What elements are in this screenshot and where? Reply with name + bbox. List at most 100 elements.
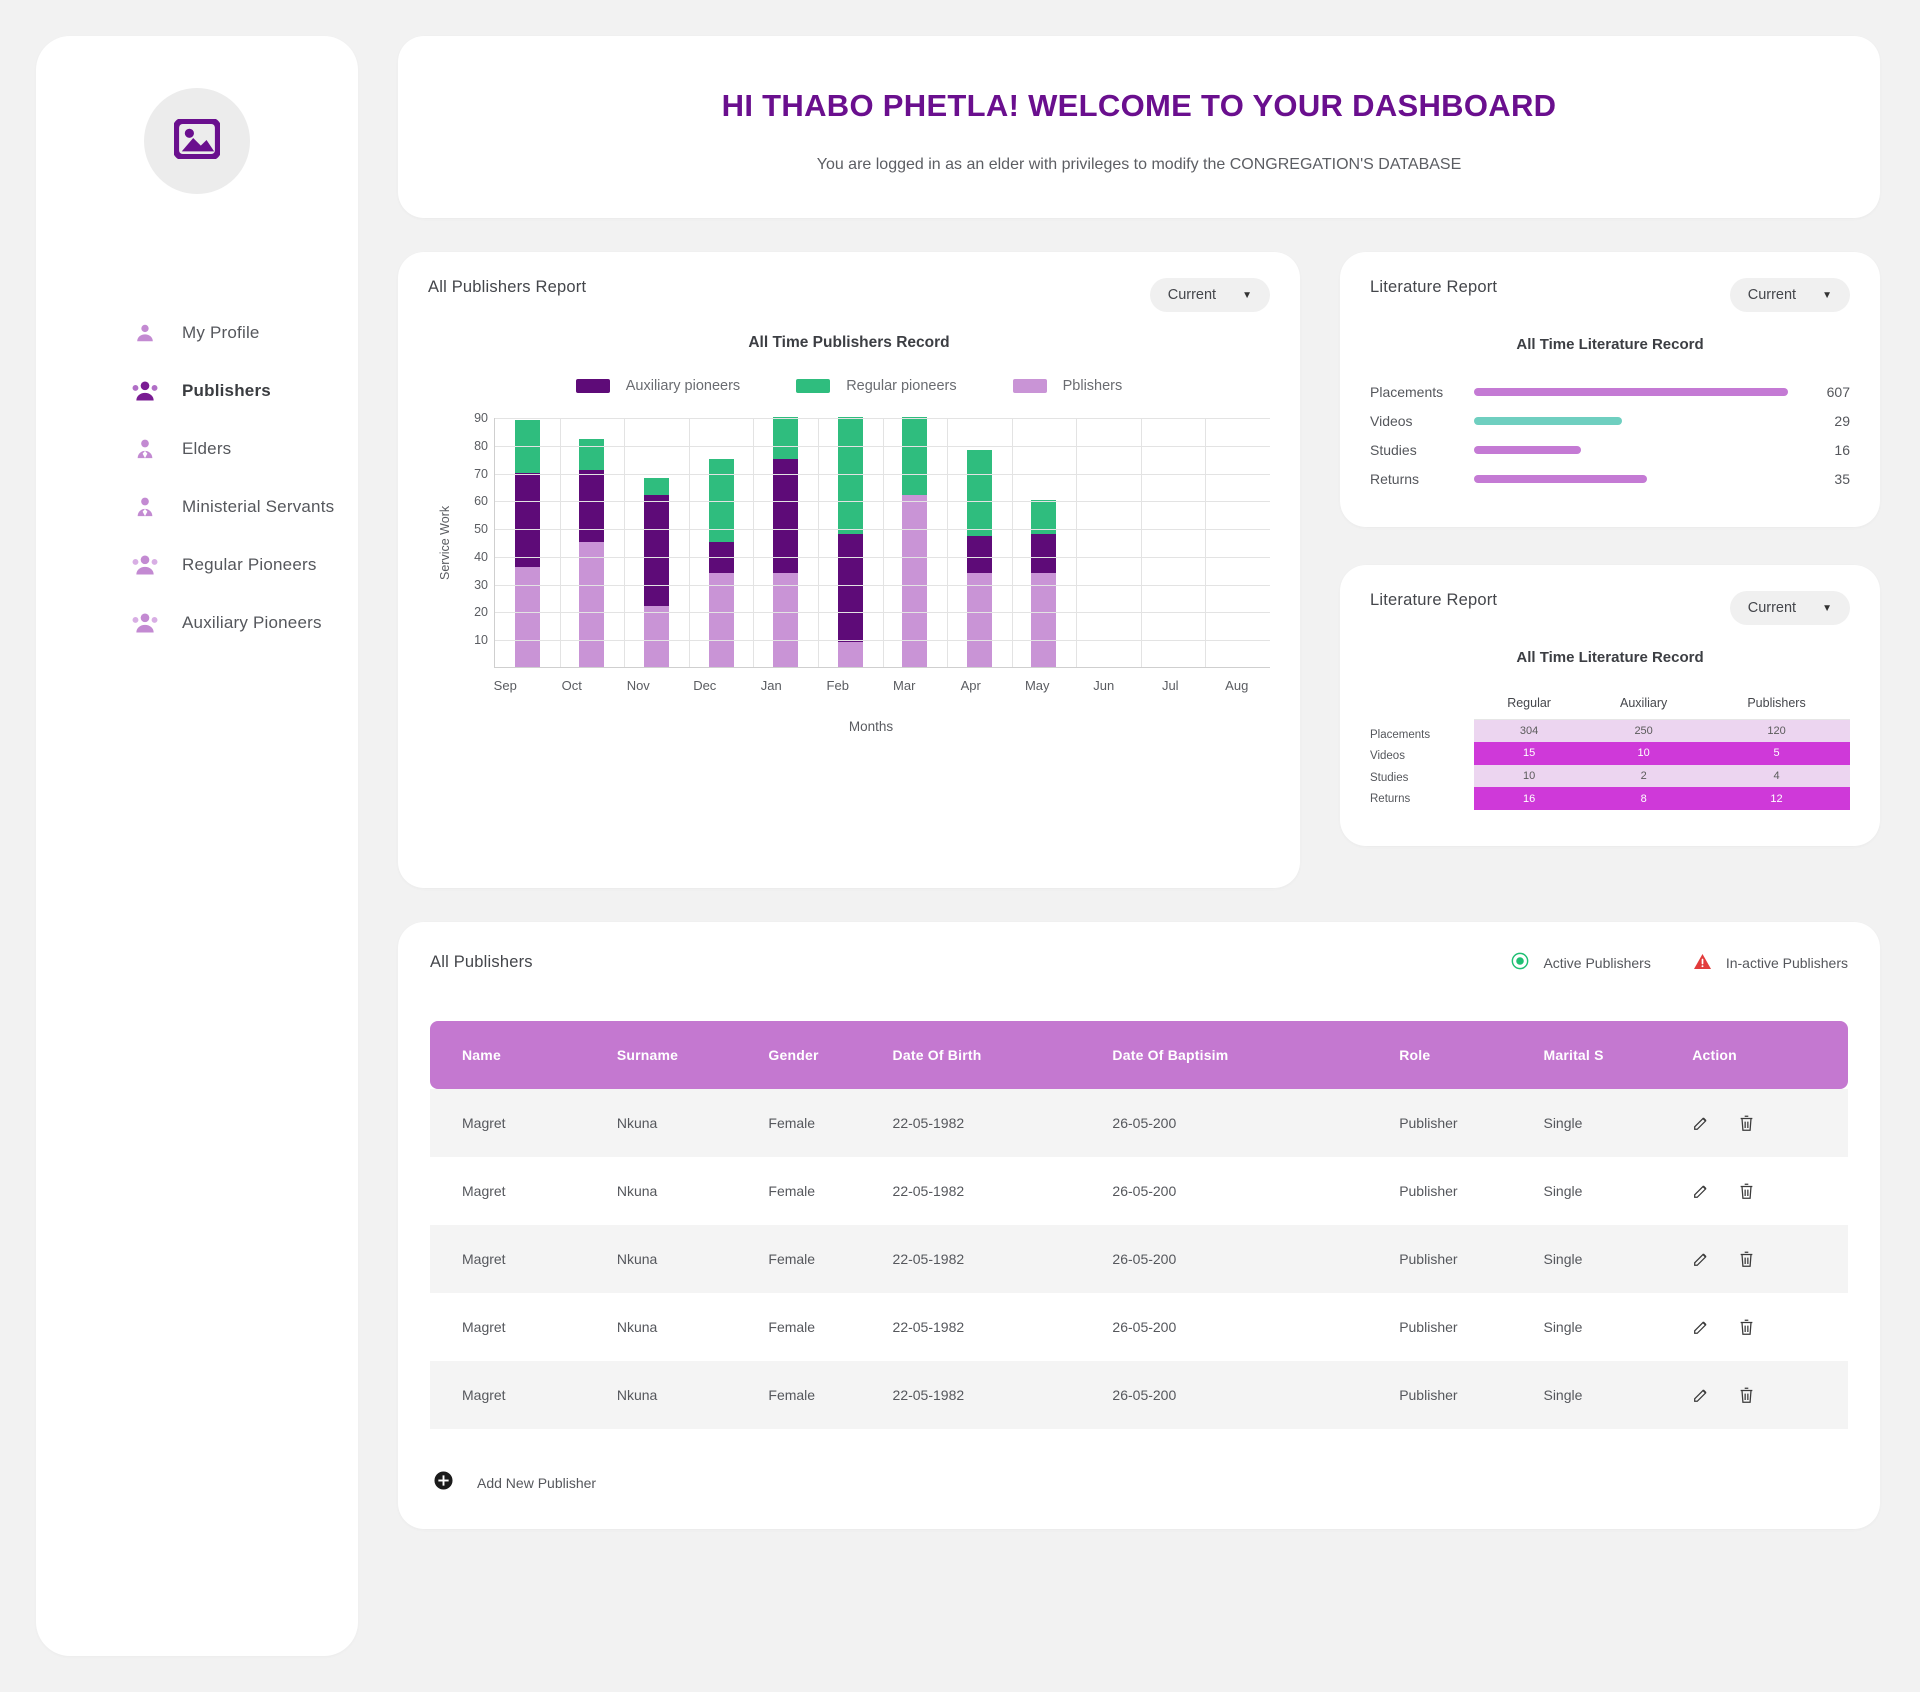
sidebar-item-elders[interactable]: Elders (132, 420, 358, 478)
publishers-report-period-select[interactable]: Current ▼ (1149, 278, 1270, 312)
edit-pencil-icon[interactable] (1692, 1250, 1710, 1268)
bar-segment (837, 642, 863, 667)
literature-bars-list: Placements 607 Videos 29 Studies 16 Returns 35 (1370, 377, 1850, 493)
bar-segment (966, 572, 992, 667)
legend-inactive-label: In-active Publishers (1725, 954, 1848, 971)
legend-active-label: Active Publishers (1543, 954, 1651, 971)
bar-segment (579, 439, 605, 470)
edit-pencil-icon[interactable] (1692, 1182, 1710, 1200)
trash-icon[interactable] (1738, 1114, 1755, 1132)
right-reports-column: Literature Report Current ▼ All Time Lit… (1340, 252, 1880, 846)
sidebar-item-regular-pioneers[interactable]: Regular Pioneers (132, 536, 358, 594)
literature-table-row-labels: Placements Videos Studies Returns (1370, 690, 1474, 810)
legend-inactive-publishers: In-active Publishers (1693, 953, 1848, 973)
legend-label: Auxiliary pioneers (625, 378, 741, 394)
table-cell-name: Magret (462, 1319, 506, 1335)
table-row[interactable]: Magret Nkuna Female 22-05-1982 26-05-200 Publ… (430, 1361, 1848, 1429)
sidebar: My Profile Publishers Elders Ministerial… (36, 36, 358, 1656)
legend-item-publishers: Pblishers (1012, 378, 1123, 394)
literature-bars-period-select[interactable]: Current ▼ (1729, 278, 1850, 312)
stacked-bar[interactable] (902, 417, 928, 667)
table-row[interactable]: Magret Nkuna Female 22-05-1982 26-05-200 Publ… (430, 1157, 1848, 1225)
bar-segment (514, 472, 540, 567)
bar-segment (966, 450, 992, 537)
sidebar-item-label: My Profile (182, 323, 260, 342)
table-row[interactable]: Magret Nkuna Female 22-05-1982 26-05-200 Publ… (430, 1225, 1848, 1293)
stacked-bar[interactable] (773, 417, 799, 667)
table-cell-marital: Single (1543, 1319, 1583, 1335)
literature-table-cell: 120 (1703, 719, 1850, 743)
table-row[interactable]: Magret Nkuna Female 22-05-1982 26-05-200 Publ… (430, 1293, 1848, 1361)
stacked-bar[interactable] (514, 419, 540, 667)
table-cell-marital: Single (1543, 1089, 1693, 1157)
stacked-bar[interactable] (837, 417, 863, 667)
legend-active-publishers: Active Publishers (1511, 952, 1651, 973)
edit-pencil-icon[interactable] (1692, 1386, 1710, 1404)
literature-bar-row: Videos 29 (1370, 406, 1850, 435)
bar-segment (902, 417, 928, 495)
publishers-report-card: All Publishers Report Current ▼ All Time… (398, 252, 1300, 888)
stacked-bar[interactable] (966, 450, 992, 667)
table-row[interactable]: Magret Nkuna Female 22-05-1982 26-05-200 Publ… (430, 1089, 1848, 1157)
bar-column (1205, 418, 1270, 667)
edit-pencil-icon[interactable] (1692, 1114, 1710, 1132)
literature-table-row-label: Placements (1370, 728, 1431, 741)
legend-label: Regular pioneers (846, 378, 957, 394)
sidebar-item-ministerial-servants[interactable]: Ministerial Servants (132, 478, 358, 536)
trash-icon[interactable] (1738, 1250, 1755, 1268)
all-publishers-header: All Publishers Active Publishers In-acti… (430, 952, 1848, 973)
y-tick: 50 (474, 522, 488, 537)
literature-table-cell: 5 (1703, 742, 1850, 765)
y-tick: 90 (474, 411, 488, 425)
literature-table-column-header: Auxiliary (1584, 690, 1704, 720)
image-placeholder-icon (173, 117, 221, 164)
sidebar-item-label: Auxiliary Pioneers (182, 613, 322, 632)
bar-column (753, 417, 818, 667)
bar-segment (837, 533, 863, 642)
literature-table-body: 304 250 120 15 10 5 10 2 4 16 8 12 (1474, 719, 1850, 810)
table-cell-dob: 22-05-1982 (892, 1225, 1113, 1293)
sidebar-item-publishers[interactable]: Publishers (132, 362, 358, 420)
x-tick-label: May (1024, 678, 1050, 693)
literature-bars-subtitle: All Time Literature Record (1516, 336, 1704, 353)
literature-bar (1474, 445, 1581, 454)
avatar[interactable] (144, 88, 250, 194)
sidebar-item-auxiliary-pioneers[interactable]: Auxiliary Pioneers (132, 594, 358, 652)
legend-swatch (796, 379, 831, 393)
table-cell-action (1692, 1225, 1848, 1293)
literature-table-column-header: Publishers (1703, 690, 1850, 720)
legend-item-auxiliary: Auxiliary pioneers (575, 378, 741, 394)
legend-label: Pblishers (1062, 378, 1123, 394)
add-new-publisher-row[interactable]: Add New Publisher (430, 1471, 1848, 1495)
literature-table-period-select[interactable]: Current ▼ (1729, 591, 1850, 625)
gridline-vertical (688, 418, 690, 667)
bar-column (1076, 418, 1141, 667)
chart-title: All Time Publishers Record (748, 334, 950, 351)
trash-icon[interactable] (1738, 1182, 1755, 1200)
bar-column (624, 418, 689, 667)
select-value: Current (1167, 287, 1217, 303)
select-value: Current (1747, 600, 1797, 616)
trash-icon[interactable] (1738, 1318, 1755, 1336)
sidebar-nav: My Profile Publishers Elders Ministerial… (36, 304, 358, 652)
stacked-bar[interactable] (708, 458, 734, 667)
bar-plot (494, 417, 1270, 668)
reports-row: All Publishers Report Current ▼ All Time… (398, 252, 1880, 888)
gridline-vertical (1140, 418, 1142, 667)
sidebar-item-my-profile[interactable]: My Profile (132, 304, 358, 362)
y-tick: 20 (474, 605, 488, 620)
welcome-banner: HI THABO PHETLA! WELCOME TO YOUR DASHBOA… (398, 36, 1880, 218)
literature-table-row: 304 250 120 (1474, 719, 1850, 743)
table-cell-action (1692, 1157, 1848, 1225)
bar-segment (837, 417, 863, 534)
literature-table-column-header: Regular (1474, 690, 1585, 720)
stacked-bar[interactable] (643, 478, 669, 667)
group-icon (132, 552, 158, 578)
bar-segment (773, 417, 799, 459)
trash-icon[interactable] (1738, 1386, 1755, 1404)
table-cell-surname: Nkuna (616, 1361, 769, 1429)
bar-column (1141, 418, 1206, 667)
x-tick-label: Dec (693, 678, 717, 693)
edit-pencil-icon[interactable] (1692, 1318, 1710, 1336)
y-tick: 70 (474, 466, 488, 481)
